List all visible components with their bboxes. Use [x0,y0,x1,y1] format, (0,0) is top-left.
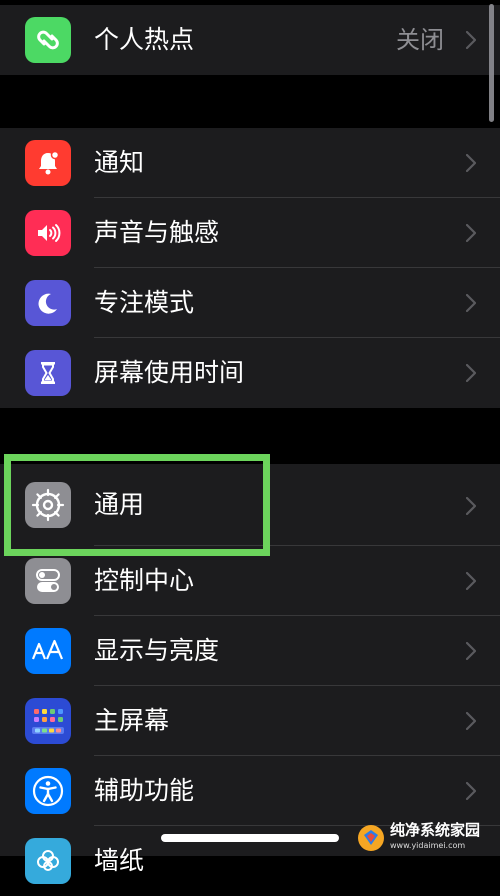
settings-group-network: 个人热点 关闭 [0,5,500,75]
settings-row-accessibility[interactable]: 辅助功能 [0,756,500,826]
settings-row-control-center[interactable]: 控制中心 [0,546,500,616]
watermark: 纯净系统家园 www.yidaimei.com [356,820,500,856]
settings-row-label: 主屏幕 [94,706,170,735]
chevron-right-icon [466,572,476,590]
watermark-logo-icon [358,825,384,851]
accessibility-icon [25,768,71,814]
settings-row-display-brightness[interactable]: 显示与亮度 [0,616,500,686]
settings-row-home-screen[interactable]: 主屏幕 [0,686,500,756]
chevron-right-icon [466,224,476,242]
settings-row-notifications[interactable]: 通知 [0,128,500,198]
text-size-icon [25,628,71,674]
chevron-right-icon [466,364,476,382]
scrollbar[interactable] [489,4,494,122]
settings-row-label: 声音与触感 [94,218,220,247]
settings-row-label: 通知 [94,148,145,177]
settings-row-label: 辅助功能 [94,776,195,805]
chevron-right-icon [466,642,476,660]
flower-icon [25,838,71,884]
home-grid-icon [25,698,71,744]
chevron-right-icon [466,712,476,730]
speaker-icon [25,210,71,256]
settings-row-screen-time[interactable]: 屏幕使用时间 [0,338,500,408]
settings-row-label: 控制中心 [94,566,195,595]
chevron-right-icon [466,154,476,172]
chevron-right-icon [466,294,476,312]
hourglass-icon [25,350,71,396]
watermark-name: 纯净系统家园 [390,821,481,839]
toggles-icon [25,558,71,604]
hotspot-icon [25,17,71,63]
chevron-right-icon [466,31,476,49]
watermark-url: www.yidaimei.com [390,841,466,850]
settings-row-label: 墙纸 [94,846,145,875]
chevron-right-icon [466,497,476,515]
bell-icon [25,140,71,186]
chevron-right-icon [466,782,476,800]
hotspot-status-value: 关闭 [396,26,444,54]
settings-group-notifications: 通知 声音与触感 专注模式 屏幕使用时间 [0,128,500,408]
moon-icon [25,280,71,326]
settings-row-label: 个人热点 [94,25,195,54]
settings-row-label: 显示与亮度 [94,636,220,665]
home-indicator[interactable] [161,834,339,842]
settings-row-sounds-haptics[interactable]: 声音与触感 [0,198,500,268]
settings-row-label: 屏幕使用时间 [94,358,245,387]
settings-row-focus[interactable]: 专注模式 [0,268,500,338]
settings-row-label: 专注模式 [94,288,195,317]
highlight-box [4,454,270,556]
settings-row-personal-hotspot[interactable]: 个人热点 关闭 [0,5,500,75]
